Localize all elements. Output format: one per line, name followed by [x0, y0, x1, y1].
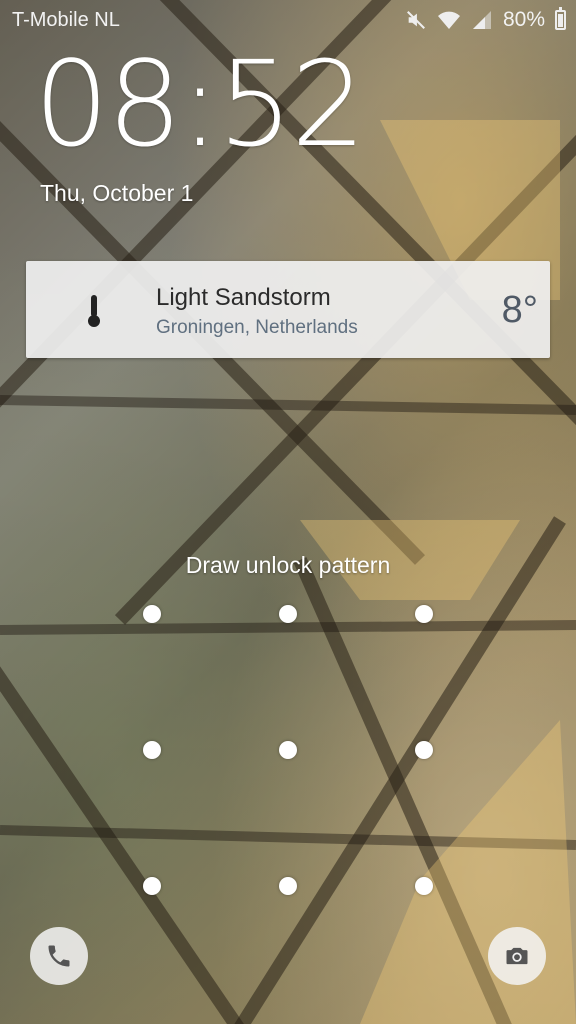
pattern-dot-1[interactable]: [143, 605, 161, 623]
phone-shortcut-button[interactable]: [30, 927, 88, 985]
pattern-dot-7[interactable]: [143, 877, 161, 895]
thermometer-icon: [88, 295, 100, 327]
camera-shortcut-button[interactable]: [488, 927, 546, 985]
weather-condition: Light Sandstorm: [156, 284, 331, 311]
battery-percent: 80%: [502, 8, 545, 31]
camera-icon: [506, 947, 528, 965]
weather-widget[interactable]: Light Sandstorm Groningen, Netherlands 8…: [26, 261, 550, 358]
pattern-dot-4[interactable]: [143, 741, 161, 759]
mute-icon: [407, 11, 425, 29]
pattern-dot-2[interactable]: [279, 605, 297, 623]
wifi-icon: [437, 11, 460, 29]
unlock-hint: Draw unlock pattern: [185, 552, 391, 578]
pattern-dot-3[interactable]: [415, 605, 433, 623]
lock-clock: 08:52: [34, 35, 366, 173]
signal-icon: [472, 11, 491, 29]
weather-location: Groningen, Netherlands: [156, 317, 358, 338]
battery-icon: [555, 7, 566, 30]
carrier-name: T-Mobile NL: [12, 9, 120, 31]
pattern-dot-5[interactable]: [279, 741, 297, 759]
lock-date: Thu, October 1: [40, 180, 194, 206]
status-icons: 80%: [405, 7, 566, 33]
pattern-dot-9[interactable]: [415, 877, 433, 895]
pattern-dot-6[interactable]: [415, 741, 433, 759]
pattern-dot-8[interactable]: [279, 877, 297, 895]
weather-temperature: 8°: [501, 289, 538, 331]
status-bar: T-Mobile NL 80%: [0, 0, 576, 40]
phone-icon: [48, 945, 70, 967]
battery-level: [558, 14, 563, 27]
